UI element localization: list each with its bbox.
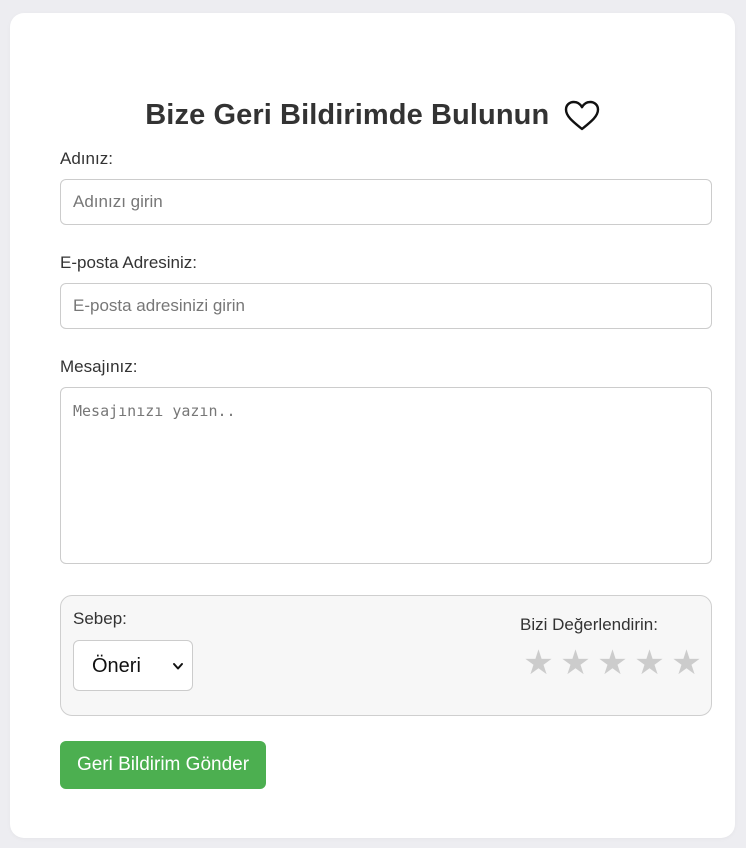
reason-select[interactable]: Öneri	[73, 640, 193, 691]
email-label: E-posta Adresiniz:	[60, 253, 198, 272]
feedback-card: Bize Geri Bildirimde Bulunun Adınız: E-p…	[10, 13, 735, 838]
options-panel: Sebep: Öneri Bizi Değerlendirin: ★ ★ ★ ★ ★	[60, 595, 712, 716]
star-rating: ★ ★ ★ ★ ★	[520, 644, 705, 682]
star-1-icon[interactable]: ★	[520, 644, 557, 682]
star-3-icon[interactable]: ★	[594, 644, 631, 682]
star-4-icon[interactable]: ★	[631, 644, 668, 682]
page-title: Bize Geri Bildirimde Bulunun	[145, 99, 550, 131]
name-input[interactable]	[60, 179, 712, 225]
reason-label: Sebep:	[73, 609, 127, 628]
title-row: Bize Geri Bildirimde Bulunun	[10, 99, 735, 132]
message-textarea[interactable]	[60, 387, 712, 564]
email-input[interactable]	[60, 283, 712, 329]
reason-selected-value: Öneri	[92, 655, 141, 677]
chevron-down-icon	[173, 663, 183, 670]
message-label: Mesajınız:	[60, 357, 138, 376]
heart-icon	[564, 100, 599, 130]
star-5-icon[interactable]: ★	[668, 644, 705, 682]
star-2-icon[interactable]: ★	[557, 644, 594, 682]
name-label: Adınız:	[60, 149, 113, 168]
submit-feedback-button[interactable]: Geri Bildirim Gönder	[60, 741, 266, 789]
rating-label: Bizi Değerlendirin:	[520, 615, 658, 634]
